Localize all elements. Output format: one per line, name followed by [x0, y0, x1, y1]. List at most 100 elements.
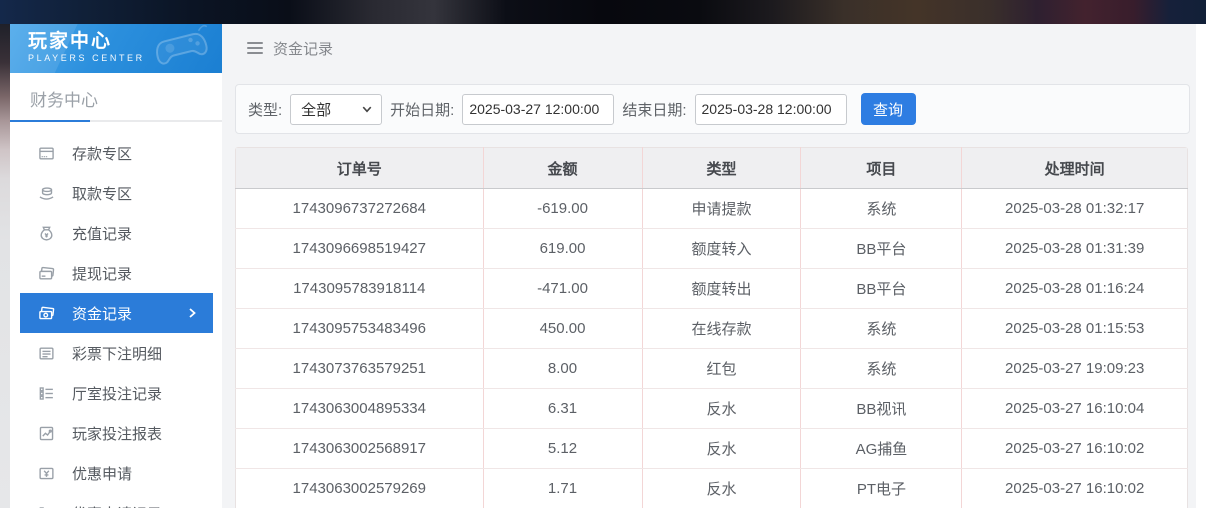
cell-amount: -619.00: [483, 189, 642, 229]
sidebar-item-promo-apply-records[interactable]: 优惠申请记录: [10, 493, 222, 508]
cell-type: 申请提款: [642, 189, 801, 229]
table-row: 1743063002579269 1.71 反水 PT电子 2025-03-27…: [236, 469, 1188, 508]
cell-order-no: 1743063004895334: [236, 389, 484, 429]
sidebar-section-title: 财务中心: [10, 86, 222, 111]
cell-type: 额度转出: [642, 269, 801, 309]
type-select-value: 全部: [301, 99, 331, 120]
chevron-right-icon: [184, 305, 200, 321]
cell-project: AG捕鱼: [801, 429, 962, 469]
table-row: 1743095753483496 450.00 在线存款 系统 2025-03-…: [236, 309, 1188, 349]
table-row: 1743073763579251 8.00 红包 系统 2025-03-27 1…: [236, 349, 1188, 389]
menu-toggle-icon[interactable]: [247, 42, 263, 54]
table-row: 1743063002568917 5.12 反水 AG捕鱼 2025-03-27…: [236, 429, 1188, 469]
cell-process-time: 2025-03-27 16:10:02: [962, 469, 1188, 508]
sidebar-item-withdrawal-records[interactable]: 提现记录: [10, 253, 222, 293]
cell-order-no: 1743073763579251: [236, 349, 484, 389]
col-type: 类型: [642, 148, 801, 189]
hall-bet-list-icon: [38, 385, 55, 402]
cell-process-time: 2025-03-27 19:09:23: [962, 349, 1188, 389]
col-amount: 金额: [483, 148, 642, 189]
cell-project: BB视讯: [801, 389, 962, 429]
start-date-input[interactable]: [462, 94, 614, 125]
page-title: 资金记录: [273, 38, 333, 59]
cell-order-no: 1743063002579269: [236, 469, 484, 508]
sidebar-item-hall-bet-records[interactable]: 厅室投注记录: [10, 373, 222, 413]
cell-project: BB平台: [801, 229, 962, 269]
withdraw-hand-icon: [38, 185, 55, 202]
cell-order-no: 1743096737272684: [236, 189, 484, 229]
sidebar-item-label: 彩票下注明细: [72, 343, 162, 364]
search-button[interactable]: 查询: [861, 93, 916, 125]
cell-process-time: 2025-03-28 01:32:17: [962, 189, 1188, 229]
cell-order-no: 1743096698519427: [236, 229, 484, 269]
cell-type: 在线存款: [642, 309, 801, 349]
table-row: 1743095783918114 -471.00 额度转出 BB平台 2025-…: [236, 269, 1188, 309]
sidebar-item-funds-records[interactable]: 资金记录: [20, 293, 213, 333]
sidebar-item-label: 优惠申请: [72, 463, 132, 484]
cell-amount: 1.71: [483, 469, 642, 508]
end-date-input[interactable]: [695, 94, 847, 125]
cell-process-time: 2025-03-28 01:31:39: [962, 229, 1188, 269]
cell-order-no: 1743063002568917: [236, 429, 484, 469]
cell-type: 红包: [642, 349, 801, 389]
end-date-label: 结束日期:: [622, 99, 686, 120]
type-select[interactable]: 全部: [290, 94, 382, 125]
page-background-left: [0, 24, 10, 508]
cell-order-no: 1743095753483496: [236, 309, 484, 349]
sidebar-item-label: 充值记录: [72, 223, 132, 244]
cell-type: 反水: [642, 429, 801, 469]
table-row: 1743063004895334 6.31 反水 BB视讯 2025-03-27…: [236, 389, 1188, 429]
col-process-time: 处理时间: [962, 148, 1188, 189]
promo-record-list-icon: [38, 505, 55, 508]
start-date-label: 开始日期:: [390, 99, 454, 120]
cell-process-time: 2025-03-28 01:16:24: [962, 269, 1188, 309]
gamepad-icon: [148, 24, 218, 73]
cell-process-time: 2025-03-27 16:10:04: [962, 389, 1188, 429]
table-header-row: 订单号 金额 类型 项目 处理时间: [236, 148, 1188, 189]
page-background-banner: [0, 0, 1206, 24]
sidebar-item-label: 提现记录: [72, 263, 132, 284]
scrollbar[interactable]: [1196, 24, 1206, 508]
cell-amount: 8.00: [483, 349, 642, 389]
sidebar-item-label: 玩家投注报表: [72, 423, 162, 444]
cell-project: 系统: [801, 189, 962, 229]
lottery-list-icon: [38, 345, 55, 362]
sidebar-header: 玩家中心 PLAYERS CENTER: [10, 24, 222, 73]
sidebar-item-deposit-zone[interactable]: 存款专区: [10, 133, 222, 173]
breadcrumb: 资金记录: [222, 24, 1206, 72]
withdrawal-card-icon: [38, 265, 55, 282]
sidebar-menu: 存款专区 取款专区 充值记录: [10, 133, 222, 508]
cell-amount: 619.00: [483, 229, 642, 269]
cell-project: BB平台: [801, 269, 962, 309]
cell-amount: 450.00: [483, 309, 642, 349]
chevron-down-icon: [361, 103, 373, 115]
deposit-card-icon: [38, 145, 55, 162]
main-content: 资金记录 类型: 全部 开始日期: 结束日期: 查询 订单号 金额 类型: [222, 24, 1206, 508]
funds-banknote-icon: [38, 305, 55, 322]
cell-amount: 6.31: [483, 389, 642, 429]
cell-type: 额度转入: [642, 229, 801, 269]
sidebar-item-label: 优惠申请记录: [72, 503, 162, 508]
cell-project: 系统: [801, 349, 962, 389]
cell-amount: -471.00: [483, 269, 642, 309]
report-chart-icon: [38, 425, 55, 442]
cell-amount: 5.12: [483, 429, 642, 469]
table-row: 1743096737272684 -619.00 申请提款 系统 2025-03…: [236, 189, 1188, 229]
filter-bar: 类型: 全部 开始日期: 结束日期: 查询: [235, 84, 1190, 134]
cell-process-time: 2025-03-27 16:10:02: [962, 429, 1188, 469]
sidebar-item-lottery-bet-details[interactable]: 彩票下注明细: [10, 333, 222, 373]
sidebar-item-label: 厅室投注记录: [72, 383, 162, 404]
cell-project: 系统: [801, 309, 962, 349]
cell-project: PT电子: [801, 469, 962, 508]
cell-order-no: 1743095783918114: [236, 269, 484, 309]
sidebar-item-recharge-records[interactable]: 充值记录: [10, 213, 222, 253]
sidebar: 玩家中心 PLAYERS CENTER 财务中心 存款专区: [10, 24, 222, 508]
col-order-no: 订单号: [236, 148, 484, 189]
sidebar-item-withdraw-zone[interactable]: 取款专区: [10, 173, 222, 213]
sidebar-item-player-bet-report[interactable]: 玩家投注报表: [10, 413, 222, 453]
cell-process-time: 2025-03-28 01:15:53: [962, 309, 1188, 349]
cell-type: 反水: [642, 389, 801, 429]
sidebar-item-promo-apply[interactable]: 优惠申请: [10, 453, 222, 493]
col-project: 项目: [801, 148, 962, 189]
sidebar-item-label: 取款专区: [72, 183, 132, 204]
